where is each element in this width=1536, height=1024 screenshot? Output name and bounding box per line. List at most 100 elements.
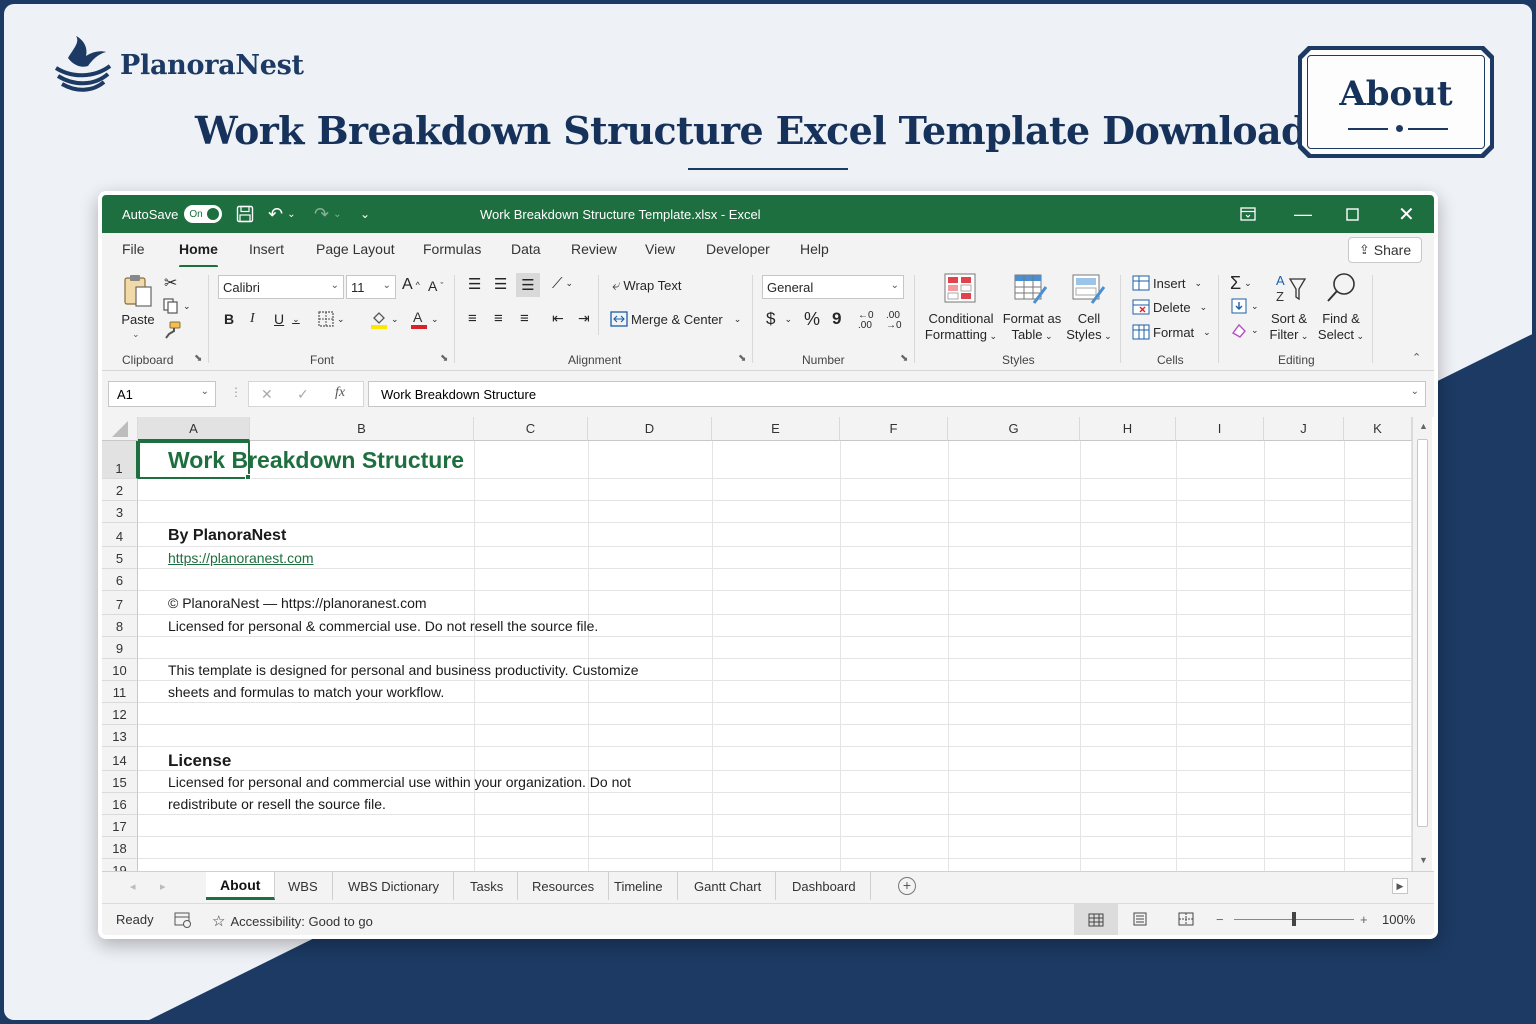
row-header[interactable]: 19 xyxy=(102,859,138,871)
sheet-tab-timeline[interactable]: Timeline xyxy=(600,872,678,900)
row-header[interactable]: 8 xyxy=(102,615,138,637)
row-header[interactable]: 6 xyxy=(102,569,138,591)
currency-icon[interactable]: $ ⌄ xyxy=(766,309,792,329)
align-right-icon[interactable]: ≡ xyxy=(520,310,529,327)
column-header[interactable]: K xyxy=(1344,417,1412,441)
zoom-slider-thumb[interactable] xyxy=(1292,912,1296,926)
row-header[interactable]: 5 xyxy=(102,547,138,569)
quick-access-dropdown-icon[interactable]: ⌄ xyxy=(360,195,370,233)
format-as-table-icon[interactable] xyxy=(1014,273,1048,305)
orientation-icon[interactable]: ⟋ ⌄ xyxy=(552,275,573,292)
column-header[interactable]: B xyxy=(250,417,474,441)
paste-dropdown-icon[interactable]: ⌄ xyxy=(132,329,140,340)
wrap-text-button[interactable]: ⤶ Wrap Text xyxy=(612,277,681,294)
close-icon[interactable]: ✕ xyxy=(1398,195,1415,233)
row-header[interactable]: 14 xyxy=(102,747,138,771)
number-format-select[interactable]: General ⌄ xyxy=(762,275,904,299)
tab-data[interactable]: Data xyxy=(511,241,541,257)
row-header[interactable]: 1 xyxy=(102,441,138,479)
tab-insert[interactable]: Insert xyxy=(249,241,284,257)
cell-website-link[interactable]: https://planoranest.com xyxy=(168,550,314,566)
scroll-up-icon[interactable]: ▲ xyxy=(1419,421,1428,431)
autosave-control[interactable]: AutoSave On xyxy=(122,195,223,233)
align-center-icon[interactable]: ≡ xyxy=(494,310,503,327)
row-header[interactable]: 13 xyxy=(102,725,138,747)
page-break-view-icon[interactable] xyxy=(1178,912,1194,926)
sheet-tab-tasks[interactable]: Tasks xyxy=(456,872,519,900)
share-button[interactable]: ⇪ Share xyxy=(1348,237,1422,263)
decrease-indent-icon[interactable]: ⇤ xyxy=(552,310,564,327)
row-header[interactable]: 18 xyxy=(102,837,138,859)
number-launcher-icon[interactable]: ⬊ xyxy=(900,353,908,364)
sheet-tab-dashboard[interactable]: Dashboard xyxy=(778,872,871,900)
tab-help[interactable]: Help xyxy=(800,241,829,257)
accessibility-status[interactable]: ☆ Accessibility: Good to go xyxy=(212,912,373,930)
normal-view-button[interactable] xyxy=(1074,904,1118,935)
cell-styles-icon[interactable] xyxy=(1072,273,1106,305)
cell-license-line1[interactable]: Licensed for personal and commercial use… xyxy=(168,774,631,790)
redo-icon[interactable]: ↷ ⌄ xyxy=(314,195,341,233)
copy-icon[interactable]: ⌄ xyxy=(162,297,191,315)
conditional-formatting-button[interactable]: Conditional Formatting ⌄ xyxy=(922,311,1000,344)
conditional-formatting-icon[interactable] xyxy=(944,273,976,303)
find-select-icon[interactable] xyxy=(1324,271,1358,305)
expand-formula-bar-icon[interactable]: ⌄ xyxy=(1411,386,1419,397)
insert-function-icon[interactable]: fx xyxy=(335,385,345,401)
confirm-entry-icon[interactable]: ✓ xyxy=(297,386,309,403)
zoom-level[interactable]: 100% xyxy=(1382,912,1415,927)
align-top-icon[interactable]: ☰ xyxy=(468,275,481,293)
cell-license-heading[interactable]: License xyxy=(168,751,231,771)
add-sheet-icon[interactable]: + xyxy=(898,877,916,895)
sheet-tab-gantt-chart[interactable]: Gantt Chart xyxy=(680,872,777,900)
decrease-font-icon[interactable]: Aˇ xyxy=(428,278,443,294)
name-box[interactable]: A1 ⌄ xyxy=(108,381,216,407)
maximize-icon[interactable] xyxy=(1346,195,1359,233)
column-header[interactable]: C xyxy=(474,417,588,441)
tab-scroll-right-icon[interactable]: ▸ xyxy=(160,880,166,893)
align-middle-icon[interactable]: ☰ xyxy=(494,275,507,293)
row-header[interactable]: 15 xyxy=(102,771,138,793)
column-header[interactable]: J xyxy=(1264,417,1344,441)
fill-color-icon[interactable]: ⌄ xyxy=(370,309,399,329)
row-header[interactable]: 3 xyxy=(102,501,138,523)
autosum-icon[interactable]: Σ ⌄ xyxy=(1230,273,1252,294)
font-name-select[interactable]: Calibri ⌄ xyxy=(218,275,344,299)
delete-cells-button[interactable]: Delete ⌄ xyxy=(1132,299,1207,315)
cell-license-line2[interactable]: redistribute or resell the source file. xyxy=(168,796,386,812)
paste-button[interactable]: Paste xyxy=(118,312,158,328)
underline-icon[interactable]: U ⌄ xyxy=(274,311,300,327)
increase-decimal-icon[interactable]: ←0.00 xyxy=(858,311,874,331)
increase-font-icon[interactable]: A ^ xyxy=(402,276,420,294)
cell-license-short[interactable]: Licensed for personal & commercial use. … xyxy=(168,618,598,634)
row-header[interactable]: 9 xyxy=(102,637,138,659)
autosave-toggle[interactable]: On xyxy=(184,205,223,223)
fill-icon[interactable]: ⌄ xyxy=(1230,297,1259,315)
tab-file[interactable]: File xyxy=(122,241,145,257)
font-color-icon[interactable]: A ⌄ xyxy=(410,309,439,329)
cell-copyright[interactable]: © PlanoraNest — https://planoranest.com xyxy=(168,595,427,611)
row-header[interactable]: 7 xyxy=(102,591,138,615)
column-header[interactable]: F xyxy=(840,417,948,441)
save-icon[interactable] xyxy=(236,195,254,233)
cell-byline[interactable]: By PlanoraNest xyxy=(168,527,286,545)
format-as-table-button[interactable]: Format as Table ⌄ xyxy=(1000,311,1064,344)
sheet-tab-about[interactable]: About xyxy=(206,872,276,900)
scrollbar-thumb[interactable] xyxy=(1417,439,1428,827)
column-header[interactable]: E xyxy=(712,417,840,441)
tab-page-layout[interactable]: Page Layout xyxy=(316,241,395,257)
tab-view[interactable]: View xyxy=(645,241,675,257)
cell-description-line2[interactable]: sheets and formulas to match your workfl… xyxy=(168,684,444,700)
alignment-launcher-icon[interactable]: ⬊ xyxy=(738,353,746,364)
font-launcher-icon[interactable]: ⬊ xyxy=(440,353,448,364)
column-header[interactable]: H xyxy=(1080,417,1176,441)
bold-icon[interactable]: B xyxy=(224,311,234,327)
zoom-in-icon[interactable]: + xyxy=(1360,912,1368,927)
tab-home[interactable]: Home xyxy=(179,241,218,268)
row-header[interactable]: 12 xyxy=(102,703,138,725)
clipboard-launcher-icon[interactable]: ⬊ xyxy=(194,353,202,364)
vertical-scrollbar[interactable]: ▲ ▼ xyxy=(1412,417,1432,871)
cell-description-line1[interactable]: This template is designed for personal a… xyxy=(168,662,639,678)
borders-icon[interactable]: ⌄ xyxy=(318,311,345,327)
row-header[interactable]: 11 xyxy=(102,681,138,703)
percent-icon[interactable]: % xyxy=(804,309,820,330)
